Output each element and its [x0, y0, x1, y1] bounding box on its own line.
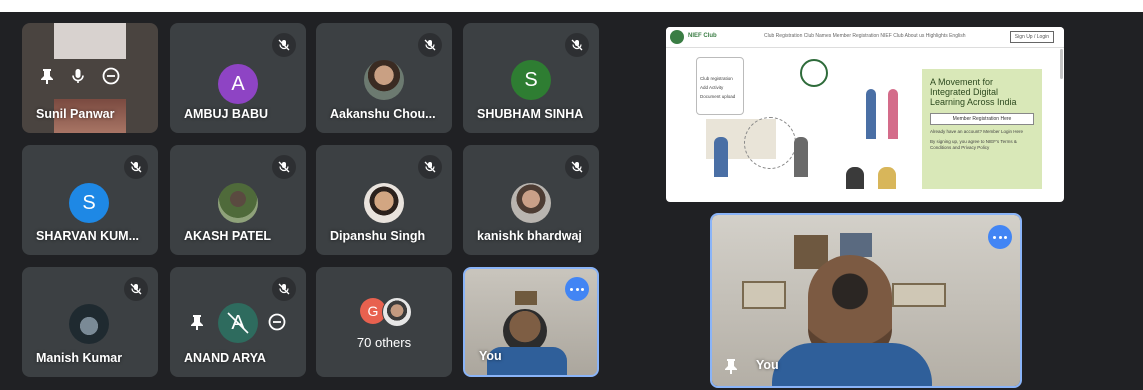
- avatar-letter: G: [367, 303, 379, 319]
- participant-name: You: [756, 358, 779, 372]
- avatar-letter: S: [82, 191, 96, 214]
- pin-icon[interactable]: [40, 68, 54, 84]
- more-options-button[interactable]: [565, 277, 589, 301]
- participant-tile-aakanshu[interactable]: Aakanshu Chou...: [316, 23, 452, 133]
- avatar: [218, 183, 258, 223]
- participant-tile-kanishk-bhardwaj[interactable]: kanishk bhardwaj: [463, 145, 599, 255]
- scrollbar: [1060, 49, 1063, 79]
- site-nav-links: Club Registration Club Names Member Regi…: [764, 33, 966, 39]
- self-video-frame: [892, 283, 946, 307]
- illustration-person: [866, 89, 876, 139]
- mic-off-icon: [124, 155, 148, 179]
- self-view-small[interactable]: You: [463, 267, 599, 377]
- participant-video: [54, 23, 126, 59]
- participant-tile-shubham-sinha[interactable]: S SHUBHAM SINHA: [463, 23, 599, 133]
- mic-off-icon: [272, 277, 296, 301]
- site-login-text: Already have an account? Member Login He…: [930, 129, 1024, 134]
- mic-off-icon: [418, 33, 442, 57]
- tile-hover-controls: [40, 67, 120, 85]
- illustration-circle: [744, 117, 796, 169]
- illustration-person: [878, 167, 896, 189]
- participant-name: Sunil Panwar: [36, 107, 115, 121]
- illustration-person: [846, 167, 864, 189]
- site-register-button: Member Registration Here: [930, 113, 1034, 125]
- participant-name: AKASH PATEL: [184, 229, 272, 243]
- site-signup-button: Sign Up / Login: [1009, 31, 1054, 43]
- site-terms-text: By signing up, you agree to NIEF's Terms…: [930, 139, 1017, 150]
- participant-tile-akash-patel[interactable]: AKASH PATEL: [170, 145, 306, 255]
- self-video-frame: [515, 291, 537, 305]
- participant-name: SHUBHAM SINHA: [477, 107, 584, 121]
- illustration-person: [794, 137, 808, 177]
- mic-off-icon: [272, 33, 296, 57]
- site-emblem-icon: [800, 59, 828, 87]
- more-options-button[interactable]: [988, 225, 1012, 249]
- participant-name: Dipanshu Singh: [330, 229, 426, 243]
- participant-name: AMBUJ BABU: [184, 107, 269, 121]
- others-tile[interactable]: G 70 others: [316, 267, 452, 377]
- participant-tile-anand-arya[interactable]: A ANAND ARYA: [170, 267, 306, 377]
- participant-tile-ambuj-babu[interactable]: A AMBUJ BABU: [170, 23, 306, 133]
- site-headline: A Movement for Integrated Digital Learni…: [930, 77, 1017, 107]
- participant-name: SHARVAN KUM...: [36, 229, 140, 243]
- participant-name: ANAND ARYA: [184, 351, 266, 365]
- mic-off-icon: [565, 155, 589, 179]
- participant-tile-manish-kumar[interactable]: Manish Kumar: [22, 267, 158, 377]
- step-item: Club registration: [700, 76, 733, 81]
- shared-screen: NIEF Club Club Registration Club Names M…: [666, 27, 1064, 202]
- avatar: [511, 183, 551, 223]
- mic-off-overlay-icon: [227, 312, 249, 334]
- self-video-frame: [840, 233, 872, 257]
- avatar: A: [218, 303, 258, 343]
- self-view-large[interactable]: You: [710, 213, 1022, 388]
- self-video-frame: [742, 281, 786, 309]
- avatar: S: [511, 60, 551, 100]
- participant-tile-dipanshu-singh[interactable]: Dipanshu Singh: [316, 145, 452, 255]
- participant-name: Manish Kumar: [36, 351, 123, 365]
- mic-off-icon: [418, 155, 442, 179]
- pin-icon[interactable]: [190, 314, 204, 330]
- pin-icon[interactable]: [724, 358, 738, 374]
- site-hero-panel: A Movement for Integrated Digital Learni…: [922, 69, 1042, 189]
- remove-icon[interactable]: [268, 313, 286, 331]
- site-brand: NIEF Club: [688, 33, 717, 39]
- microphone-icon[interactable]: [72, 68, 84, 84]
- avatar: [382, 297, 412, 327]
- illustration-person: [714, 137, 728, 177]
- avatar: [69, 304, 109, 344]
- site-steps: Club registration Add Activity Document …: [696, 57, 744, 115]
- avatar-letter: A: [231, 72, 245, 95]
- avatar: S: [69, 183, 109, 223]
- self-video-shirt: [772, 343, 932, 386]
- remove-icon[interactable]: [102, 67, 120, 85]
- participant-tile-sunil-panwar[interactable]: Sunil Panwar: [22, 23, 158, 133]
- participant-name: kanishk bhardwaj: [477, 229, 582, 243]
- mic-off-icon: [565, 33, 589, 57]
- shared-site-nav: NIEF Club Club Registration Club Names M…: [666, 27, 1064, 48]
- avatar: A: [218, 64, 258, 104]
- illustration-person: [888, 89, 898, 139]
- mic-off-icon: [124, 277, 148, 301]
- site-logo-icon: [670, 30, 684, 44]
- others-count: 70 others: [356, 335, 412, 350]
- participant-name: Aakanshu Chou...: [330, 107, 436, 121]
- step-item: Document upload: [700, 94, 736, 99]
- avatar-letter: S: [524, 68, 538, 91]
- avatar: [364, 183, 404, 223]
- mic-off-icon: [272, 155, 296, 179]
- step-item: Add Activity: [700, 85, 724, 90]
- participant-name: You: [479, 349, 502, 363]
- browser-top-strip: [0, 0, 1143, 12]
- avatar: [364, 60, 404, 100]
- participant-tile-sharvan[interactable]: S SHARVAN KUM...: [22, 145, 158, 255]
